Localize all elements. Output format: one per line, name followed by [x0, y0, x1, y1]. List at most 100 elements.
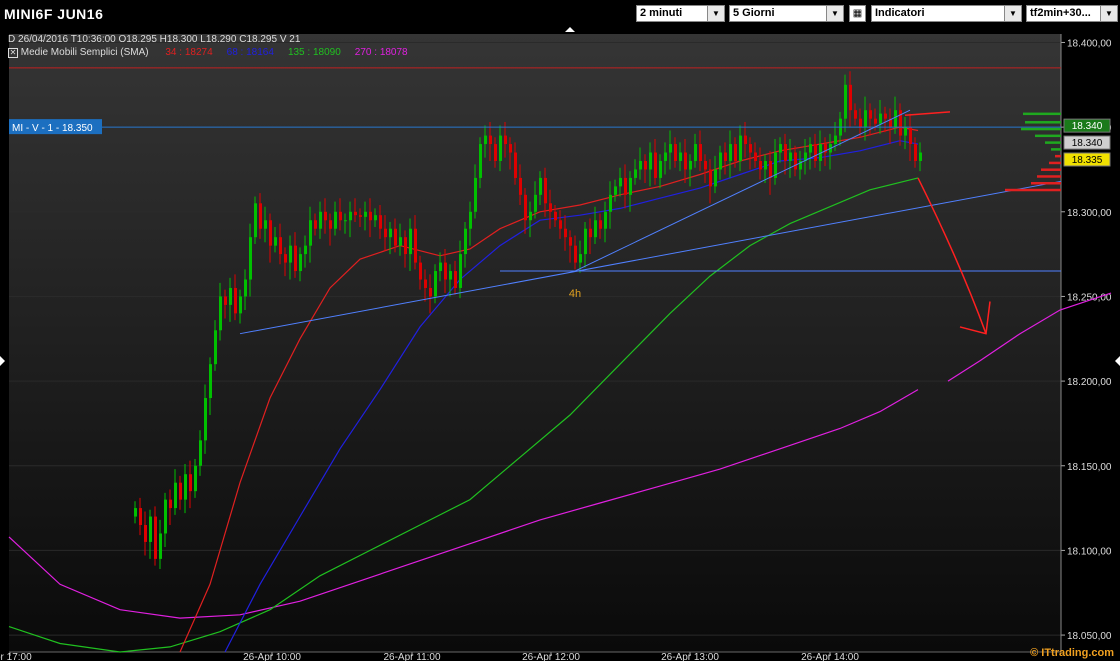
- candle-body: [629, 177, 632, 195]
- candle-body: [809, 144, 812, 153]
- candle-body: [794, 152, 797, 170]
- candle-body: [264, 220, 267, 229]
- candle-body: [789, 152, 792, 161]
- candle-body: [744, 135, 747, 145]
- candle-body: [504, 135, 507, 145]
- candle-body: [434, 271, 437, 297]
- candle-body: [529, 211, 532, 221]
- layout-select[interactable]: tf2min+30... ▼: [1026, 5, 1118, 22]
- candle-body: [659, 160, 662, 178]
- candle-body: [544, 177, 547, 204]
- range-select-label: 5 Giorni: [733, 7, 775, 19]
- candle-body: [134, 508, 137, 517]
- candle-body: [359, 215, 362, 217]
- candle-body: [279, 237, 282, 255]
- candle-body: [624, 177, 627, 195]
- candle-body: [534, 194, 537, 212]
- date-value: 26/04/2016: [18, 34, 69, 45]
- time-value: 10:36:00: [76, 34, 116, 45]
- candle-body: [184, 474, 187, 500]
- candle-body: [699, 144, 702, 161]
- scroll-left-icon[interactable]: [0, 356, 5, 366]
- candle-body: [174, 482, 177, 509]
- y-tick-label: 18.300,00: [1067, 208, 1112, 219]
- candle-body: [324, 211, 327, 221]
- interval-select-label: 2 minuti: [640, 7, 683, 19]
- scroll-right-icon[interactable]: [1115, 356, 1120, 366]
- candle-body: [669, 144, 672, 153]
- range-select[interactable]: 5 Giorni ▼: [729, 5, 844, 22]
- candle-body: [759, 160, 762, 170]
- candle-body: [719, 152, 722, 170]
- candle-body: [164, 499, 167, 534]
- candle-body: [479, 144, 482, 178]
- candle-body: [344, 220, 347, 222]
- candle-body: [169, 499, 172, 509]
- candle-body: [489, 135, 492, 145]
- chevron-down-icon[interactable]: ▼: [1004, 6, 1021, 21]
- close-legend-icon[interactable]: ✕: [8, 48, 18, 58]
- indicators-select[interactable]: Indicatori ▼: [871, 5, 1022, 22]
- candle-body: [814, 144, 817, 161]
- x-tick-label: 26-Apr 10:00: [243, 652, 301, 661]
- candle-body: [389, 228, 392, 238]
- y-tick-label: 18.100,00: [1067, 546, 1112, 557]
- chevron-down-icon[interactable]: ▼: [1100, 6, 1117, 21]
- ohlc-info: D 26/04/2016 T10:36:00 O18.295 H18.300 L…: [8, 34, 300, 45]
- candle-body: [634, 169, 637, 178]
- sma-period: 68 :: [226, 47, 247, 58]
- candle-body: [614, 186, 617, 195]
- candle-body: [274, 237, 277, 246]
- sma-period: 34 :: [165, 47, 185, 58]
- candle-body: [579, 254, 582, 263]
- candle-body: [909, 127, 912, 145]
- chevron-down-icon[interactable]: ▼: [826, 6, 843, 21]
- candle-body: [154, 516, 157, 559]
- candle-body: [464, 228, 467, 255]
- candle-body: [654, 152, 657, 178]
- candle-body: [209, 364, 212, 399]
- candle-body: [519, 177, 522, 195]
- interval-select[interactable]: 2 minuti ▼: [636, 5, 725, 22]
- candle-body: [444, 262, 447, 280]
- candle-body: [439, 262, 442, 272]
- candle-body: [589, 228, 592, 238]
- candle-body: [689, 160, 692, 170]
- order-book-bar: [1041, 168, 1061, 171]
- chevron-down-icon[interactable]: ▼: [707, 6, 724, 21]
- sma-legend-item: 135 : 18090: [288, 47, 341, 58]
- candle-body: [304, 245, 307, 255]
- mi-level-label: MI - V - 1 - 18.350: [12, 123, 93, 134]
- candle-body: [329, 220, 332, 229]
- candle-body: [864, 110, 867, 128]
- candle-body: [769, 160, 772, 178]
- candle-body: [424, 279, 427, 288]
- x-tick-label: Apr 17:00: [0, 652, 32, 661]
- candle-body: [549, 203, 552, 212]
- candle-body: [879, 113, 882, 124]
- candle-body: [574, 245, 577, 263]
- layout-select-label: tf2min+30...: [1030, 7, 1091, 19]
- price-chart[interactable]: 18.400,0018.350,0018.300,0018.250,0018.2…: [0, 30, 1120, 661]
- candle-body: [594, 220, 597, 238]
- candle-body: [714, 169, 717, 187]
- candle-body: [609, 194, 612, 212]
- candle-body: [494, 144, 497, 161]
- candle-body: [179, 482, 182, 500]
- candle-body: [369, 211, 372, 221]
- candle-body: [499, 135, 502, 161]
- candle-body: [239, 296, 242, 314]
- open-value: 18.295: [126, 34, 157, 45]
- volume-value: 21: [289, 34, 301, 45]
- order-book-bar: [1045, 141, 1061, 144]
- sma-value: 18274: [184, 47, 213, 58]
- candle-body: [784, 144, 787, 161]
- order-book-bar: [1055, 154, 1061, 158]
- candle-body: [749, 144, 752, 153]
- candle-body: [779, 144, 782, 153]
- candle-body: [319, 211, 322, 229]
- order-book-bar: [1031, 181, 1061, 185]
- candle-body: [524, 194, 527, 221]
- calendar-icon[interactable]: ▦: [849, 5, 866, 22]
- candle-body: [869, 110, 872, 119]
